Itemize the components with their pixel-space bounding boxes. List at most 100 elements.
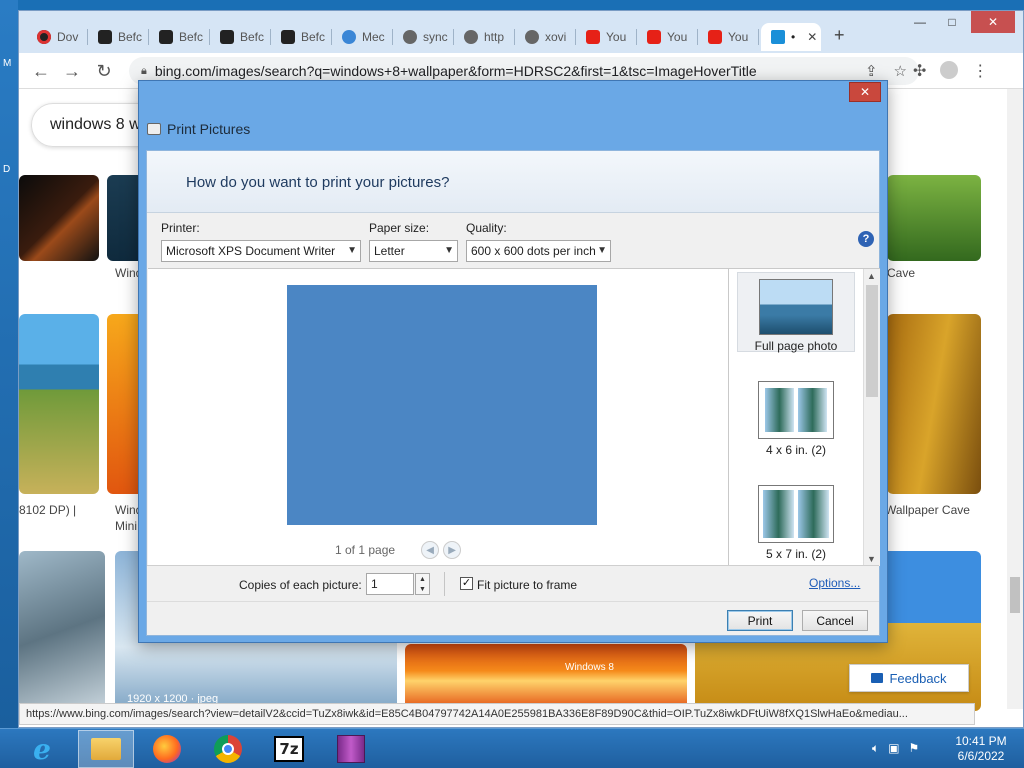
extensions-icon[interactable]: ✣: [913, 61, 926, 81]
dialog-body: How do you want to print your pictures? …: [146, 150, 880, 636]
spin-up-icon[interactable]: ▲: [419, 576, 426, 583]
tab-label: Dov: [57, 30, 79, 44]
shield-icon: [98, 30, 112, 44]
layout-list: Full page photo 4 x 6 in. (2) 5 x 7 in. …: [728, 268, 880, 566]
system-tray: 🔈︎ ▣ ⚑: [872, 741, 919, 756]
paper-size-select[interactable]: Letter ▼: [369, 240, 458, 262]
paper-size-label: Paper size:: [369, 221, 430, 235]
tab-befc-2[interactable]: Befc: [149, 23, 210, 51]
bookmark-star-icon[interactable]: ☆: [894, 62, 907, 80]
result-image[interactable]: [887, 314, 981, 494]
taskbar: e 7z 🔈︎ ▣ ⚑ 10:41 PM 6/6/2022: [0, 728, 1024, 768]
tab-xovi[interactable]: xovi: [515, 23, 576, 51]
cancel-button[interactable]: Cancel: [802, 610, 868, 631]
copies-input[interactable]: 1: [366, 573, 414, 595]
tab-youtube-1[interactable]: You: [576, 23, 637, 51]
close-tab-icon[interactable]: ✕: [807, 30, 817, 44]
result-image[interactable]: [19, 551, 105, 711]
globe-icon: [525, 30, 539, 44]
clock-time: 10:41 PM: [955, 734, 1007, 748]
layout-thumb: [759, 279, 833, 335]
lock-icon: 🔒︎: [141, 64, 147, 77]
options-link[interactable]: Options...: [809, 576, 860, 590]
scroll-down-icon[interactable]: ▼: [867, 554, 876, 564]
action-center-flag-icon[interactable]: ⚑: [909, 741, 920, 756]
scrollbar-thumb[interactable]: [1010, 577, 1020, 613]
result-image[interactable]: [19, 175, 99, 261]
tab-youtube-3[interactable]: You: [698, 23, 759, 51]
fit-picture-checkbox[interactable]: ✓: [460, 577, 473, 590]
shield-icon: [281, 30, 295, 44]
quality-select[interactable]: 600 x 600 dots per inch ▼: [466, 240, 611, 262]
desktop-icon-label: D: [3, 164, 11, 175]
scroll-up-icon[interactable]: ▲: [867, 271, 876, 281]
tab-befc-3[interactable]: Befc: [210, 23, 271, 51]
next-page-button[interactable]: ▶: [443, 541, 462, 559]
tab-youtube-2[interactable]: You: [637, 23, 698, 51]
tab-bing-active[interactable]: • ✕: [761, 23, 821, 51]
volume-muted-icon[interactable]: 🔈︎: [872, 741, 879, 756]
window-close-button[interactable]: ✕: [971, 11, 1015, 33]
firefox-icon: [153, 735, 181, 763]
layout-scrollbar[interactable]: ▲ ▼: [863, 269, 880, 566]
banner-text: Windows 8: [565, 662, 614, 673]
youtube-icon: [586, 30, 600, 44]
7zip-icon: 7z: [274, 736, 304, 762]
tab-befc-1[interactable]: Befc: [88, 23, 149, 51]
copies-spinner[interactable]: ▲ ▼: [415, 573, 430, 595]
taskbar-chrome[interactable]: [200, 730, 256, 768]
dialog-close-button[interactable]: ✕: [849, 82, 881, 102]
back-button[interactable]: ←: [30, 60, 52, 82]
result-image[interactable]: [19, 314, 99, 494]
globe-icon: [403, 30, 417, 44]
printer-select[interactable]: Microsoft XPS Document Writer ▼: [161, 240, 361, 262]
reload-button[interactable]: ↻: [93, 60, 115, 82]
layout-thumb: [758, 381, 834, 439]
new-tab-button[interactable]: +: [834, 25, 845, 46]
status-bar-url: https://www.bing.com/images/search?view=…: [19, 703, 975, 725]
result-image[interactable]: Windows 8: [405, 644, 687, 711]
tab-label: •: [791, 30, 796, 44]
taskbar-file-explorer[interactable]: [78, 730, 134, 768]
tab-sync[interactable]: sync: [393, 23, 454, 51]
page-count: 1 of 1 page: [335, 543, 396, 557]
tab-label: Befc: [240, 30, 265, 44]
layout-4x6[interactable]: 4 x 6 in. (2): [737, 375, 855, 459]
tab-label: Befc: [118, 30, 143, 44]
spin-down-icon[interactable]: ▼: [419, 586, 426, 593]
network-icon[interactable]: ▣: [888, 741, 899, 756]
result-image[interactable]: [887, 175, 981, 261]
result-caption: 8102 DP) |: [19, 503, 77, 517]
folder-icon: [91, 738, 121, 760]
previous-page-button[interactable]: ◀: [421, 541, 440, 559]
print-button[interactable]: Print: [727, 610, 793, 631]
profile-avatar[interactable]: [940, 61, 959, 79]
taskbar-internet-explorer[interactable]: e: [14, 730, 70, 768]
tab-befc-4[interactable]: Befc: [271, 23, 332, 51]
tab-mec[interactable]: Mec: [332, 23, 393, 51]
page-scrollbar[interactable]: [1007, 89, 1023, 709]
preview-image: [287, 285, 597, 525]
tab-http[interactable]: http: [454, 23, 515, 51]
taskbar-7zip[interactable]: 7z: [261, 730, 317, 768]
share-icon[interactable]: ⇪: [865, 62, 878, 80]
feedback-button[interactable]: Feedback: [849, 664, 969, 692]
clock[interactable]: 10:41 PM 6/6/2022: [946, 734, 1016, 764]
tab-download[interactable]: Dov: [27, 23, 88, 51]
layout-full-page[interactable]: Full page photo: [737, 272, 855, 353]
feedback-icon: [871, 673, 884, 683]
layout-5x7[interactable]: 5 x 7 in. (2): [737, 479, 855, 563]
help-icon[interactable]: ?: [858, 231, 874, 247]
forward-button[interactable]: →: [61, 60, 83, 82]
taskbar-firefox[interactable]: [139, 730, 195, 768]
print-preview: 1 of 1 page ◀ ▶: [148, 268, 728, 565]
menu-icon[interactable]: ⋮: [972, 61, 988, 81]
result-caption: Mini: [115, 519, 138, 533]
maximize-button[interactable]: □: [937, 11, 967, 33]
fit-picture-label[interactable]: Fit picture to frame: [477, 578, 577, 592]
minimize-button[interactable]: —: [905, 11, 935, 33]
desktop-icon-label: M: [3, 58, 12, 69]
scrollbar-thumb[interactable]: [866, 285, 878, 397]
taskbar-winrar[interactable]: [323, 730, 379, 768]
copies-label: Copies of each picture:: [239, 578, 362, 592]
